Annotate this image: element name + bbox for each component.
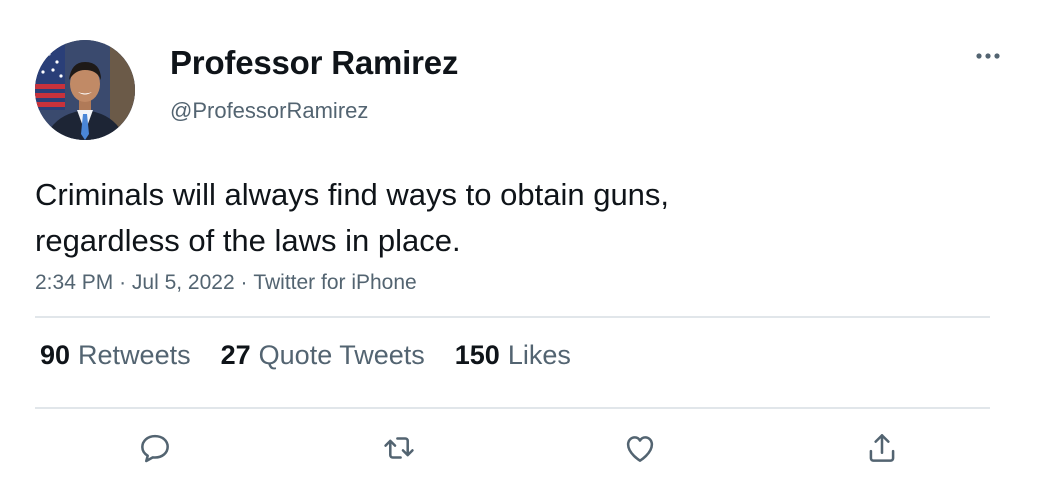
- meta-separator: ·: [240, 271, 254, 294]
- more-options-button[interactable]: [968, 44, 1010, 68]
- retweets-stat[interactable]: 90 Retweets: [40, 340, 191, 371]
- profile-photo-icon: [35, 40, 135, 140]
- like-button[interactable]: [620, 428, 660, 468]
- tweet-stats: 90 Retweets 27 Quote Tweets 150 Likes: [40, 340, 571, 371]
- like-icon: [626, 436, 654, 462]
- tweet-date[interactable]: Jul 5, 2022: [132, 271, 235, 294]
- tweet-text-line: regardless of the laws in place.: [35, 223, 461, 258]
- retweet-icon: [384, 437, 414, 459]
- likes-count: 150: [454, 340, 500, 370]
- display-name[interactable]: Professor Ramirez: [170, 44, 458, 82]
- user-handle[interactable]: @ProfessorRamirez: [170, 98, 368, 124]
- reply-button[interactable]: [135, 428, 175, 468]
- divider: [35, 316, 990, 318]
- tweet-text-line: Criminals will always find ways to obtai…: [35, 177, 670, 212]
- quote-tweets-stat[interactable]: 27 Quote Tweets: [221, 340, 425, 371]
- divider: [35, 407, 990, 409]
- quote-tweets-label: Quote Tweets: [258, 340, 425, 370]
- action-bar: [0, 428, 1050, 468]
- retweets-label: Retweets: [78, 340, 191, 370]
- retweets-count: 90: [40, 340, 71, 370]
- avatar[interactable]: [35, 40, 135, 140]
- reply-icon: [141, 434, 169, 463]
- share-icon: [869, 434, 895, 462]
- quote-tweets-count: 27: [220, 340, 251, 370]
- more-icon: [976, 53, 1000, 59]
- tweet-meta: 2:34 PM · Jul 5, 2022 · Twitter for iPho…: [35, 271, 417, 295]
- share-button[interactable]: [862, 428, 902, 468]
- meta-separator: ·: [119, 271, 132, 294]
- retweet-button[interactable]: [379, 428, 419, 468]
- likes-stat[interactable]: 150 Likes: [455, 340, 571, 371]
- tweet-text: Criminals will always find ways to obtai…: [35, 172, 935, 264]
- tweet-source[interactable]: Twitter for iPhone: [253, 271, 416, 294]
- tweet-time[interactable]: 2:34 PM: [35, 271, 113, 294]
- likes-label: Likes: [507, 340, 571, 370]
